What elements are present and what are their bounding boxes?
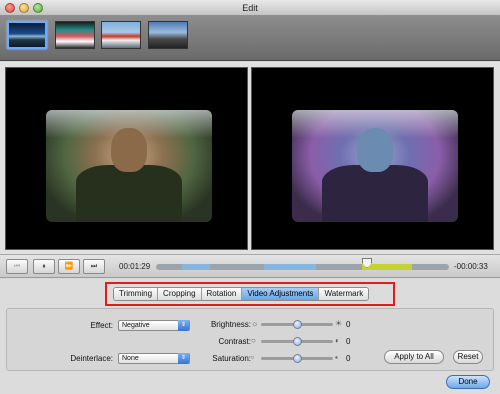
skip-back-icon: ⏮: [13, 263, 21, 270]
contrast-low-icon: ○: [251, 336, 256, 345]
edit-tabs: Trimming Cropping Rotation Video Adjustm…: [113, 287, 370, 301]
clip-thumbnail-strip: [0, 16, 500, 61]
deinterlace-label: Deinterlace:: [70, 354, 113, 363]
saturation-high-icon: ▪: [335, 353, 338, 362]
previous-frame-button[interactable]: ⏮: [6, 259, 28, 274]
saturation-value: 0: [346, 354, 351, 363]
saturation-low-icon: ▫: [251, 353, 254, 362]
brightness-slider[interactable]: [261, 320, 333, 329]
output-video-frame: [292, 110, 458, 222]
tab-cropping[interactable]: Cropping: [158, 288, 202, 300]
pause-button[interactable]: ⏸: [33, 259, 55, 274]
brightness-slider-knob[interactable]: [293, 320, 302, 329]
saturation-label: Saturation:: [212, 354, 251, 363]
go-to-end-button[interactable]: ⏭: [83, 259, 105, 274]
current-time: 00:01:29: [119, 262, 151, 271]
clip-thumbnail-4[interactable]: [148, 21, 188, 49]
brightness-label: Brightness:: [210, 320, 251, 329]
done-button[interactable]: Done: [446, 375, 490, 389]
output-preview: [251, 67, 494, 250]
playback-controls: ⏮ ⏸ ⏩ ⏭ 00:01:29 -00:00:33: [0, 255, 500, 278]
clip-thumbnail-1[interactable]: [7, 21, 47, 49]
contrast-value: 0: [346, 337, 351, 346]
effect-label: Effect:: [90, 321, 113, 330]
brightness-value: 0: [346, 320, 351, 329]
brightness-low-icon: ☼: [251, 319, 259, 328]
contrast-slider[interactable]: [261, 337, 333, 346]
contrast-label: Contrast:: [218, 337, 251, 346]
fast-forward-icon: ⏩: [64, 263, 74, 270]
pause-icon: ⏸: [42, 263, 46, 270]
clip-thumbnail-3[interactable]: [101, 21, 141, 49]
timeline-track[interactable]: [156, 264, 449, 270]
title-bar: Edit: [0, 0, 500, 16]
saturation-slider[interactable]: [261, 354, 333, 363]
tab-watermark[interactable]: Watermark: [319, 288, 369, 300]
effect-value: Negative: [122, 322, 150, 329]
skip-end-icon: ⏭: [90, 263, 98, 270]
contrast-high-icon: ◐: [335, 336, 340, 345]
popup-arrow-icon: ⇕: [178, 353, 189, 364]
tab-video-adjustments[interactable]: Video Adjustments: [242, 288, 320, 300]
edit-panel: Trimming Cropping Rotation Video Adjustm…: [0, 279, 500, 394]
timeline-segment: [264, 264, 316, 270]
effect-select[interactable]: Negative ⇕: [118, 320, 190, 331]
popup-arrow-icon: ⇕: [178, 320, 189, 331]
saturation-slider-knob[interactable]: [293, 354, 302, 363]
adjustments-group: Effect: Negative ⇕ Deinterlace: None ⇕ B…: [6, 308, 494, 371]
timeline-segment: [182, 264, 210, 270]
deinterlace-value: None: [122, 355, 139, 362]
clip-thumbnail-2[interactable]: [55, 21, 95, 49]
contrast-slider-knob[interactable]: [293, 337, 302, 346]
fast-forward-button[interactable]: ⏩: [58, 259, 80, 274]
original-video-frame: [46, 110, 212, 222]
brightness-high-icon: ☀: [335, 319, 343, 328]
window-title: Edit: [242, 3, 258, 13]
original-preview: [5, 67, 248, 250]
preview-panel: [0, 62, 500, 255]
deinterlace-select[interactable]: None ⇕: [118, 353, 190, 364]
apply-to-all-button[interactable]: Apply to All: [384, 350, 444, 364]
reset-button[interactable]: Reset: [453, 350, 483, 364]
tab-rotation[interactable]: Rotation: [201, 288, 243, 300]
remaining-time: -00:00:33: [454, 262, 488, 271]
tab-trimming[interactable]: Trimming: [114, 288, 159, 300]
